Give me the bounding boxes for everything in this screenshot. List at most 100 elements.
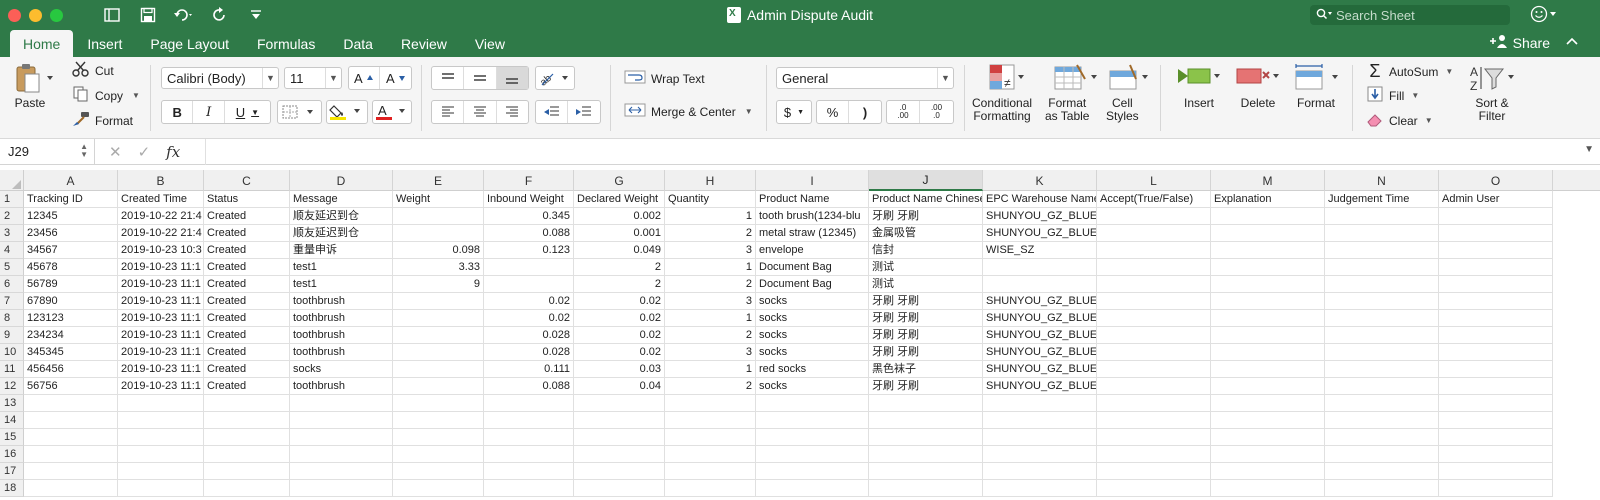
table-cell[interactable] <box>393 293 484 310</box>
table-cell[interactable] <box>1325 242 1439 259</box>
table-cell[interactable]: Created <box>204 344 290 361</box>
table-cell[interactable]: 2019-10-23 11:1 <box>118 259 204 276</box>
header-cell[interactable]: Status <box>204 191 290 208</box>
table-cell[interactable] <box>1211 412 1325 429</box>
fill-button[interactable]: Fill ▼ <box>1366 86 1419 105</box>
table-cell[interactable]: Created <box>204 242 290 259</box>
autosum-button[interactable]: Σ AutoSum ▼ <box>1366 61 1453 82</box>
table-cell[interactable]: Created <box>204 378 290 395</box>
decrease-font-size-button[interactable]: A <box>380 67 411 89</box>
table-cell[interactable] <box>665 446 756 463</box>
table-cell[interactable]: 顺友延迟到仓 <box>290 208 393 225</box>
table-cell[interactable]: 2019-10-23 11:1 <box>118 310 204 327</box>
table-cell[interactable] <box>1325 395 1439 412</box>
table-cell[interactable] <box>1211 361 1325 378</box>
row-header[interactable]: 17 <box>0 463 24 480</box>
row-header[interactable]: 7 <box>0 293 24 310</box>
tab-insert[interactable]: Insert <box>73 30 136 57</box>
table-cell[interactable] <box>1325 293 1439 310</box>
table-cell[interactable] <box>393 412 484 429</box>
table-cell[interactable]: tooth brush(1234-blu <box>756 208 869 225</box>
undo-icon[interactable] <box>173 5 195 25</box>
tab-review[interactable]: Review <box>387 30 461 57</box>
table-cell[interactable] <box>1097 395 1211 412</box>
table-cell[interactable] <box>1439 361 1553 378</box>
header-cell[interactable]: Accept(True/False) <box>1097 191 1211 208</box>
table-cell[interactable] <box>1211 378 1325 395</box>
table-cell[interactable] <box>1211 225 1325 242</box>
table-cell[interactable] <box>1211 429 1325 446</box>
table-cell[interactable] <box>1211 446 1325 463</box>
table-cell[interactable]: Document Bag <box>756 259 869 276</box>
table-cell[interactable] <box>484 395 574 412</box>
expand-formula-bar-icon[interactable]: ▼ <box>1584 144 1594 155</box>
table-cell[interactable] <box>393 225 484 242</box>
table-cell[interactable]: 0.02 <box>574 310 665 327</box>
table-cell[interactable]: socks <box>756 293 869 310</box>
table-cell[interactable] <box>756 446 869 463</box>
row-header[interactable]: 18 <box>0 480 24 497</box>
table-cell[interactable]: 0.088 <box>484 378 574 395</box>
column-header-i[interactable]: I <box>756 170 869 191</box>
table-cell[interactable]: 1 <box>665 208 756 225</box>
table-cell[interactable]: 牙刷 牙刷 <box>869 208 983 225</box>
table-cell[interactable]: 2019-10-23 11:1 <box>118 327 204 344</box>
table-cell[interactable]: test1 <box>290 276 393 293</box>
table-cell[interactable]: 2 <box>574 276 665 293</box>
column-header-n[interactable]: N <box>1325 170 1439 191</box>
table-cell[interactable] <box>1097 293 1211 310</box>
table-cell[interactable] <box>484 480 574 497</box>
header-cell[interactable]: Declared Weight <box>574 191 665 208</box>
collapse-ribbon-chevron-icon[interactable] <box>1566 34 1578 49</box>
table-cell[interactable]: 牙刷 牙刷 <box>869 293 983 310</box>
column-header-m[interactable]: M <box>1211 170 1325 191</box>
table-cell[interactable]: SHUNYOU_GZ_BLUE <box>983 378 1097 395</box>
table-cell[interactable]: Created <box>204 225 290 242</box>
align-right-button[interactable] <box>497 101 528 123</box>
table-cell[interactable] <box>1325 463 1439 480</box>
table-cell[interactable]: Created <box>204 276 290 293</box>
confirm-entry-icon[interactable]: ✓ <box>138 143 151 161</box>
header-cell[interactable]: Judgement Time <box>1325 191 1439 208</box>
redo-icon[interactable] <box>209 5 231 25</box>
increase-font-size-button[interactable]: A <box>349 67 381 89</box>
table-cell[interactable] <box>1097 429 1211 446</box>
table-cell[interactable]: socks <box>290 361 393 378</box>
table-cell[interactable]: 1 <box>665 259 756 276</box>
table-cell[interactable]: 0.028 <box>484 327 574 344</box>
table-cell[interactable] <box>1439 225 1553 242</box>
table-cell[interactable]: 23456 <box>24 225 118 242</box>
table-cell[interactable] <box>756 429 869 446</box>
table-cell[interactable] <box>484 463 574 480</box>
table-cell[interactable] <box>484 259 574 276</box>
table-cell[interactable]: 顺友延迟到仓 <box>290 225 393 242</box>
table-cell[interactable]: 1 <box>665 310 756 327</box>
table-cell[interactable]: toothbrush <box>290 344 393 361</box>
table-cell[interactable] <box>118 412 204 429</box>
table-cell[interactable]: 0.345 <box>484 208 574 225</box>
table-cell[interactable]: 3.33 <box>393 259 484 276</box>
table-cell[interactable]: Document Bag <box>756 276 869 293</box>
header-cell[interactable]: Product Name Chinese <box>869 191 983 208</box>
name-box[interactable]: J29 ▲ ▼ <box>0 138 95 165</box>
table-cell[interactable] <box>574 412 665 429</box>
font-name-dropdown[interactable]: Calibri (Body) ▼ <box>161 67 279 89</box>
table-cell[interactable] <box>1325 429 1439 446</box>
align-bottom-button[interactable] <box>496 67 528 89</box>
table-cell[interactable] <box>1097 310 1211 327</box>
table-cell[interactable]: 0.02 <box>484 310 574 327</box>
table-cell[interactable]: Created <box>204 259 290 276</box>
table-cell[interactable] <box>1325 310 1439 327</box>
table-cell[interactable] <box>1325 446 1439 463</box>
table-cell[interactable]: red socks <box>756 361 869 378</box>
table-cell[interactable] <box>1097 242 1211 259</box>
save-icon[interactable] <box>137 5 159 25</box>
table-cell[interactable] <box>393 327 484 344</box>
minimize-window-button[interactable] <box>29 8 42 22</box>
increase-decimal-button[interactable]: .0 .00 <box>887 101 921 123</box>
table-cell[interactable]: 345345 <box>24 344 118 361</box>
merge-center-button[interactable]: Merge & Center ▼ <box>624 103 753 120</box>
table-cell[interactable] <box>574 480 665 497</box>
table-cell[interactable] <box>1439 259 1553 276</box>
table-cell[interactable] <box>1211 259 1325 276</box>
